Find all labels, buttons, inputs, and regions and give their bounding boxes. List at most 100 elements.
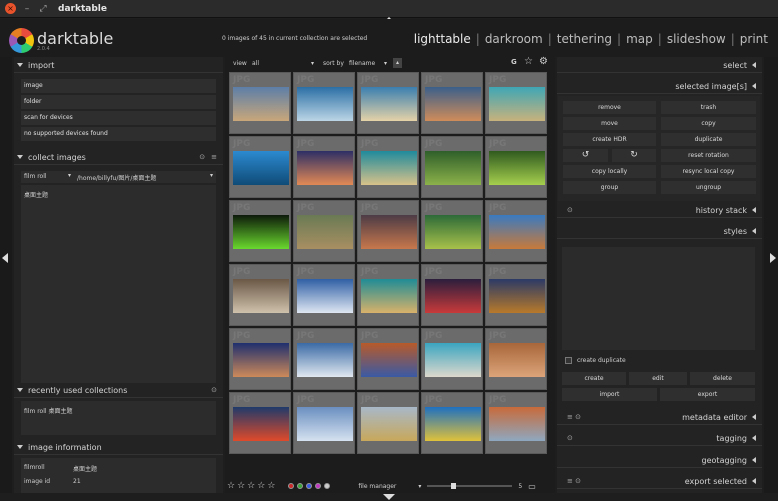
collect-module-header[interactable]: collect images ⊙ ≡ xyxy=(14,150,223,165)
thumbnail[interactable]: JPG xyxy=(293,200,355,262)
import-folder-button[interactable]: folder xyxy=(21,95,216,109)
grouping-toggle[interactable]: G xyxy=(511,58,517,66)
color-label-green[interactable] xyxy=(297,483,304,489)
star-rating-4[interactable]: ☆ xyxy=(257,481,265,491)
thumbnail[interactable]: JPG xyxy=(293,136,355,198)
sort-select[interactable]: filename xyxy=(349,61,375,67)
reset-rotation-button[interactable]: reset rotation xyxy=(661,149,756,162)
collapse-bottom-arrow-icon[interactable] xyxy=(383,494,395,500)
import-image-button[interactable]: image xyxy=(21,79,216,93)
menu-icon[interactable]: ≡ ⊙ xyxy=(567,477,581,485)
collect-property-select[interactable]: film roll ▾ xyxy=(21,171,74,183)
create-hdr-button[interactable]: create HDR xyxy=(563,133,656,146)
view-map[interactable]: map xyxy=(626,32,653,46)
group-button[interactable]: group xyxy=(563,181,656,194)
style-edit-button[interactable]: edit xyxy=(629,372,687,385)
thumbnail[interactable]: JPG xyxy=(229,328,291,390)
thumbnail[interactable]: JPG xyxy=(229,136,291,198)
star-overlay-icon[interactable]: ☆ xyxy=(524,56,533,67)
ungroup-button[interactable]: ungroup xyxy=(661,181,756,194)
star-rating-1[interactable]: ☆ xyxy=(227,481,235,491)
geotagging-module-header[interactable]: geotagging xyxy=(557,453,762,468)
metadata-editor-module-header[interactable]: ≡ ⊙ metadata editor xyxy=(557,410,762,425)
info-module-header[interactable]: image information xyxy=(14,440,223,455)
recent-collection-item[interactable]: film roll 桌面主题 xyxy=(24,406,72,415)
view-darkroom[interactable]: darkroom xyxy=(485,32,543,46)
recent-module-header[interactable]: recently used collections ⊙ xyxy=(14,383,223,398)
star-rating-2[interactable]: ☆ xyxy=(237,481,245,491)
thumbnail[interactable]: JPG xyxy=(421,392,483,454)
thumbnail[interactable]: JPG xyxy=(485,72,547,134)
color-label-purple[interactable] xyxy=(315,483,322,489)
style-delete-button[interactable]: delete xyxy=(690,372,755,385)
collapse-left-arrow-icon[interactable] xyxy=(2,253,8,263)
duplicate-button[interactable]: duplicate xyxy=(661,133,756,146)
import-module-header[interactable]: import xyxy=(14,58,223,73)
selected-images-module-header[interactable]: selected image[s] xyxy=(557,79,762,94)
thumbnail[interactable]: JPG xyxy=(229,72,291,134)
create-duplicate-checkbox[interactable] xyxy=(565,357,572,364)
rotate-cw-icon[interactable]: ↻ xyxy=(612,149,656,162)
layout-select[interactable]: file manager xyxy=(358,483,396,490)
color-label-blue[interactable] xyxy=(306,483,313,489)
zoom-slider-handle[interactable] xyxy=(451,483,457,489)
view-print[interactable]: print xyxy=(740,32,768,46)
trash-button[interactable]: trash xyxy=(661,101,756,114)
star-rating-3[interactable]: ☆ xyxy=(247,481,255,491)
thumbnail[interactable]: JPG xyxy=(421,72,483,134)
thumbnail[interactable]: JPG xyxy=(485,328,547,390)
thumbnail[interactable]: JPG xyxy=(421,264,483,326)
thumbnail[interactable]: JPG xyxy=(421,200,483,262)
styles-module-header[interactable]: styles xyxy=(557,224,762,239)
minimize-icon[interactable]: – xyxy=(22,4,32,14)
collect-list-item[interactable]: 桌面主题 xyxy=(24,190,48,199)
close-icon[interactable]: × xyxy=(5,3,16,14)
thumbnail[interactable]: JPG xyxy=(293,72,355,134)
style-import-button[interactable]: import xyxy=(562,388,657,401)
thumbnail[interactable]: JPG xyxy=(421,328,483,390)
thumbnail[interactable]: JPG xyxy=(293,328,355,390)
style-create-button[interactable]: create xyxy=(562,372,626,385)
rotate-ccw-icon[interactable]: ↺ xyxy=(563,149,608,162)
copy-button[interactable]: copy xyxy=(661,117,756,130)
remove-button[interactable]: remove xyxy=(563,101,656,114)
thumbnail[interactable]: JPG xyxy=(357,328,419,390)
preset-icon[interactable]: ⊙ xyxy=(199,153,205,161)
view-filter-select[interactable]: all xyxy=(252,61,259,67)
color-label-red[interactable] xyxy=(288,483,295,489)
thumbnail[interactable]: JPG xyxy=(229,392,291,454)
maximize-icon[interactable]: ⤢ xyxy=(38,4,48,14)
move-button[interactable]: move xyxy=(563,117,656,130)
view-tethering[interactable]: tethering xyxy=(557,32,612,46)
scan-devices-button[interactable]: scan for devices xyxy=(21,111,216,125)
history-stack-module-header[interactable]: ⊙ history stack xyxy=(557,203,762,218)
thumbnail[interactable]: JPG xyxy=(485,392,547,454)
collect-path-field[interactable]: /home/billyfu/图片/桌面主题 ▾ xyxy=(74,171,216,183)
sort-direction-icon[interactable]: ▴ xyxy=(393,58,402,68)
resync-local-copy-button[interactable]: resync local copy xyxy=(661,165,756,178)
gear-icon[interactable]: ⚙ xyxy=(539,56,548,67)
thumbnail[interactable]: JPG xyxy=(357,392,419,454)
preset-icon[interactable]: ⊙ xyxy=(567,434,573,442)
thumbnail[interactable]: JPG xyxy=(357,264,419,326)
view-slideshow[interactable]: slideshow xyxy=(667,32,726,46)
copy-locally-button[interactable]: copy locally xyxy=(563,165,656,178)
thumbnail[interactable]: JPG xyxy=(357,136,419,198)
thumbnail[interactable]: JPG xyxy=(485,264,547,326)
thumbnail[interactable]: JPG xyxy=(357,200,419,262)
export-selected-module-header[interactable]: ≡ ⊙ export selected xyxy=(557,474,762,489)
color-label-gray[interactable] xyxy=(324,483,331,489)
thumbnail[interactable]: JPG xyxy=(485,136,547,198)
star-rating-5[interactable]: ☆ xyxy=(267,481,275,491)
preset-icon[interactable]: ⊙ xyxy=(567,206,573,214)
style-export-button[interactable]: export xyxy=(660,388,755,401)
preset-icon[interactable]: ⊙ xyxy=(211,386,217,394)
thumbnail[interactable]: JPG xyxy=(357,72,419,134)
tagging-module-header[interactable]: ⊙ tagging xyxy=(557,431,762,446)
thumbnail[interactable]: JPG xyxy=(485,200,547,262)
menu-icon[interactable]: ≡ xyxy=(211,153,217,161)
thumbnail[interactable]: JPG xyxy=(229,200,291,262)
thumbnail[interactable]: JPG xyxy=(421,136,483,198)
thumbnail[interactable]: JPG xyxy=(293,264,355,326)
display-icon[interactable]: ▭ xyxy=(528,482,536,491)
